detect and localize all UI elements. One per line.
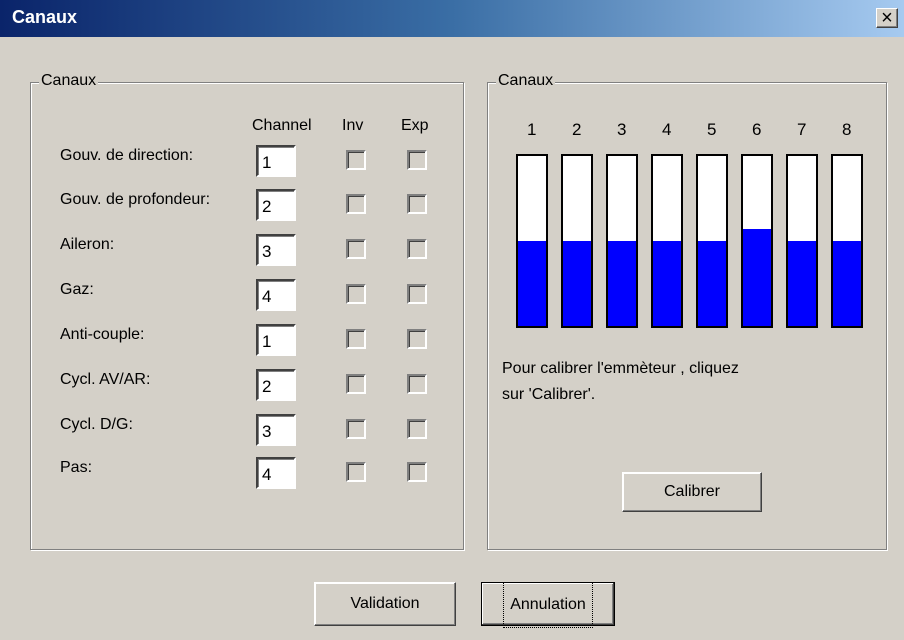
exp-checkbox[interactable] [407,462,427,482]
calibrate-button-label: Calibrer [663,483,720,500]
inv-checkbox[interactable] [346,194,366,214]
group-title: Canaux [39,72,99,90]
header-channel: Channel [252,117,312,134]
channel-level-fill [788,241,816,326]
channel-number: 2 [572,120,582,139]
row-label: Aileron: [60,236,115,253]
exp-checkbox[interactable] [407,150,427,170]
exp-checkbox[interactable] [407,329,427,349]
exp-checkbox[interactable] [407,374,427,394]
inv-checkbox[interactable] [346,419,366,439]
exp-checkbox[interactable] [407,284,427,304]
inv-checkbox[interactable] [346,329,366,349]
inv-checkbox[interactable] [346,239,366,259]
channel-input[interactable]: 3 [256,414,296,446]
channel-level-fill [743,229,771,326]
channel-input[interactable]: 4 [256,457,296,489]
row-label: Anti-couple: [60,326,145,343]
channel-number: 8 [842,120,852,139]
channel-level-bar [786,154,818,328]
channel-level-bar [696,154,728,328]
calibrate-instruction: Pour calibrer l'emmèteur , cliquez [502,360,739,377]
group-title: Canaux [496,72,556,90]
validation-button-label: Validation [350,595,420,612]
calibrate-instruction-cont: sur 'Calibrer'. [502,386,596,403]
row-label: Pas: [60,459,93,476]
channel-number: 3 [617,120,627,139]
cancel-button-label: Annulation [503,582,593,628]
channel-number: 4 [662,120,672,139]
title-bar: Canaux × [0,0,904,37]
calibrate-button[interactable]: Calibrer [622,472,762,512]
channel-level-fill [653,241,681,326]
channel-level-bar [516,154,548,328]
channel-number: 7 [797,120,807,139]
channel-number: 1 [527,120,537,139]
cancel-button[interactable]: Annulation [481,582,615,628]
channel-input[interactable]: 1 [256,324,296,356]
channel-input[interactable]: 2 [256,189,296,221]
channel-level-fill [608,241,636,326]
validation-button[interactable]: Validation [314,582,456,626]
channel-level-bar [651,154,683,328]
channel-number: 5 [707,120,717,139]
inv-checkbox[interactable] [346,150,366,170]
inv-checkbox[interactable] [346,462,366,482]
exp-checkbox[interactable] [407,239,427,259]
row-label: Gaz: [60,281,94,298]
close-icon: × [881,7,893,29]
exp-checkbox[interactable] [407,194,427,214]
channel-level-fill [833,241,861,326]
inv-checkbox[interactable] [346,284,366,304]
exp-checkbox[interactable] [407,419,427,439]
channel-level-fill [518,241,546,326]
channel-input[interactable]: 3 [256,234,296,266]
channel-input[interactable]: 1 [256,145,296,177]
channel-level-fill [563,241,591,326]
inv-checkbox[interactable] [346,374,366,394]
channel-number: 6 [752,120,762,139]
row-label: Gouv. de direction: [60,147,194,164]
row-label: Cycl. D/G: [60,416,133,433]
row-label: Cycl. AV/AR: [60,371,151,388]
channel-level-bar [831,154,863,328]
header-inv: Inv [342,117,364,134]
row-label: Gouv. de profondeur: [60,191,211,208]
header-exp: Exp [401,117,429,134]
channel-level-bar [606,154,638,328]
channel-input[interactable]: 4 [256,279,296,311]
close-button[interactable]: × [876,8,898,28]
window-title: Canaux [12,7,78,27]
channel-level-fill [698,241,726,326]
channel-level-bar [561,154,593,328]
channel-input[interactable]: 2 [256,369,296,401]
channel-level-bar [741,154,773,328]
